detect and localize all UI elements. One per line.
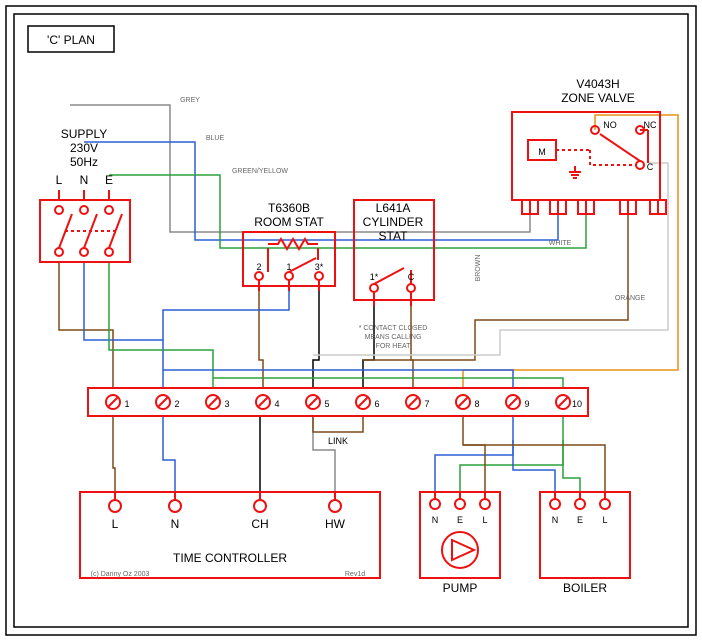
cylstat-label2: STAT [379,229,409,243]
boiler-label: BOILER [563,581,607,595]
boiler-e: E [577,515,583,525]
supply-term-l: L [56,173,63,187]
zonevalve-nc: NC [644,120,657,130]
cylstat-note1: * CONTACT CLOSED [359,325,428,332]
tc-label: TIME CONTROLLER [173,551,287,565]
cylstat-tc: C [408,272,415,282]
cylstat-model: L641A [376,201,411,215]
wire-label-white: WHITE [549,240,572,247]
wire-label-blue: BLUE [206,135,225,142]
term-7: 7 [424,399,429,409]
term-4: 4 [274,399,279,409]
tc-term-n: N [171,517,180,531]
tc-copyright: (c) Danny Oz 2003 [91,571,150,578]
term-8: 8 [474,399,479,409]
roomstat-t3: 3* [315,262,324,272]
roomstat-model: T6360B [268,201,310,215]
supply-freq: 50Hz [70,155,98,169]
wire-label-brown: BROWN [475,255,482,282]
term-3: 3 [224,399,229,409]
supply-term-e: E [105,173,113,187]
roomstat-t2: 2 [256,262,261,272]
term-2: 2 [174,399,179,409]
supply-term-n: N [80,173,89,187]
zonevalve-no: NO [603,120,617,130]
supply-block: SUPPLY 230V 50Hz L N E [40,127,130,262]
term-1: 1 [124,399,129,409]
tc-term-hw: HW [325,517,346,531]
cylinder-stat: L641A CYLINDER STAT 1* C * CONTACT CLOSE… [354,200,434,350]
time-controller: L N CH HW TIME CONTROLLER (c) Danny Oz 2… [80,492,380,578]
wire-label-grey: GREY [180,97,200,104]
pump-n: N [432,515,439,525]
cylstat-t1: 1* [370,272,379,282]
pump: N E L PUMP [420,492,500,595]
tc-rev: Rev1d [345,571,365,578]
link-label: LINK [328,436,348,446]
cylstat-note3: FOR HEAT [376,343,412,350]
supply-voltage: 230V [70,141,98,155]
wire-label-green: GREEN/YELLOW [232,168,288,175]
zonevalve-c: C [647,162,654,172]
zonevalve-model: V4043H [576,77,619,91]
wire-label-orange: ORANGE [615,295,646,302]
cylstat-label1: CYLINDER [363,215,424,229]
pump-l: L [482,515,487,525]
roomstat-label: ROOM STAT [254,215,324,229]
zone-valve: V4043H ZONE VALVE M NO NC C [512,77,666,215]
room-stat: T6360B ROOM STAT 2 1 3* [243,201,335,291]
boiler-l: L [602,515,607,525]
tc-term-ch: CH [251,517,268,531]
term-6: 6 [374,399,379,409]
boiler: N E L BOILER [540,492,630,595]
term-9: 9 [524,399,529,409]
zonevalve-label: ZONE VALVE [561,91,635,105]
boiler-n: N [552,515,559,525]
term-5: 5 [324,399,329,409]
pump-e: E [457,515,463,525]
term-10: 10 [572,399,582,409]
zonevalve-motor: M [538,147,546,157]
cylstat-note2: MEANS CALLING [365,334,422,341]
roomstat-t1: 1 [286,262,291,272]
diagram-title: 'C' PLAN [47,33,95,47]
tc-term-l: L [112,517,119,531]
supply-label: SUPPLY [61,127,107,141]
pump-label: PUMP [443,581,478,595]
